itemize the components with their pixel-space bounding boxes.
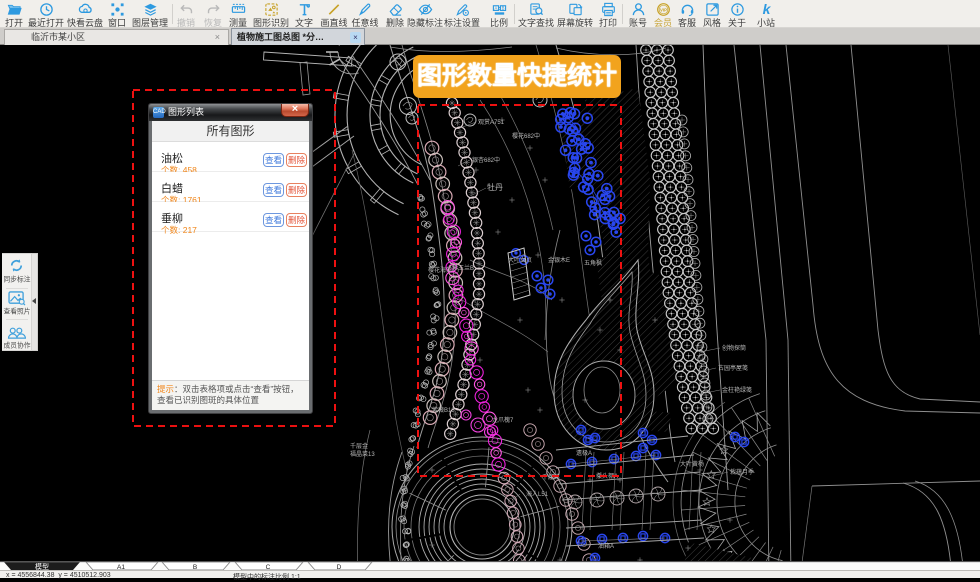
svg-text:金柱艳绿笺: 金柱艳绿笺 <box>722 386 752 394</box>
svg-text:千层金: 千层金 <box>350 442 368 450</box>
svg-text:模型: 模型 <box>35 562 49 570</box>
svg-text:B: B <box>501 6 504 11</box>
svg-text:金银木E: 金银木E <box>548 256 570 264</box>
svg-text:创物探筒: 创物探筒 <box>722 344 746 352</box>
svg-text:A: A <box>494 6 497 11</box>
svg-text:樱花海棠: 樱花海棠 <box>428 266 452 274</box>
svg-text:福晶菜13: 福晶菜13 <box>350 450 375 458</box>
svg-text:紫薇B13: 紫薇B13 <box>432 406 455 414</box>
svg-text:大叶黄杨: 大叶黄杨 <box>680 460 704 468</box>
svg-text:k: k <box>762 2 771 17</box>
svg-text:遗极A: 遗极A <box>576 449 592 457</box>
svg-text:油箱A: 油箱A <box>598 542 614 550</box>
svg-text:观赏A751: 观赏A751 <box>478 118 505 126</box>
svg-text:海人L51: 海人L51 <box>526 490 549 498</box>
svg-text:栽蕴月季: 栽蕴月季 <box>730 468 754 476</box>
svg-text:樱花682中: 樱花682中 <box>512 132 540 140</box>
svg-text:五角枫: 五角枫 <box>584 259 602 267</box>
svg-text:VIP: VIP <box>660 7 667 12</box>
svg-text:银杏682中: 银杏682中 <box>472 156 500 164</box>
svg-text:大叶女贞: 大叶女贞 <box>508 256 532 264</box>
svg-text:龙爪槐7: 龙爪槐7 <box>492 416 514 424</box>
svg-text:牡丹: 牡丹 <box>487 182 503 192</box>
svg-text:紫玉兰B: 紫玉兰B <box>452 264 474 272</box>
svg-text:古园亭屋笺: 古园亭屋笺 <box>718 364 748 372</box>
